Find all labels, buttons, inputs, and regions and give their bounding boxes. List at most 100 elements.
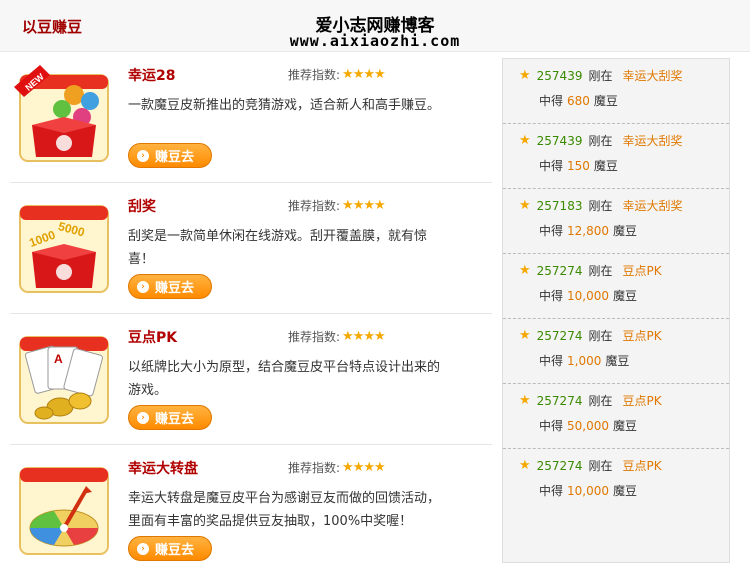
game-name[interactable]: 幸运大转盘: [128, 458, 198, 478]
feed-at-label: 刚在: [588, 69, 613, 83]
feed-user-id: 257183: [536, 198, 583, 213]
lucky28-game-icon[interactable]: NEW: [14, 65, 114, 165]
feed-win-label: 中得: [539, 419, 564, 433]
feed-user-id: 257274: [536, 458, 583, 473]
button-label: 赚豆去: [155, 412, 195, 427]
rating-label: 推荐指数:: [288, 199, 341, 213]
feed-game-link[interactable]: 豆点PK: [622, 327, 661, 344]
feed-game-link[interactable]: 豆点PK: [622, 457, 661, 474]
rating-label: 推荐指数:: [288, 68, 341, 82]
feed-win-label: 中得: [539, 354, 564, 368]
game-name[interactable]: 幸运28: [128, 65, 175, 85]
cards-coins-icon[interactable]: A: [14, 327, 114, 427]
rating-label: 推荐指数:: [288, 330, 341, 344]
feed-at-label: 刚在: [588, 329, 613, 343]
watermark-url: www.aixiaozhi.com: [289, 32, 461, 50]
game-item-wheel: 幸运大转盘 推荐指数: ★★★★ 幸运大转盘是魔豆皮平台为感谢豆友而做的回馈活动…: [10, 445, 492, 569]
game-item-lucky28: NEW 幸运28 推荐指数: ★★★★ 一款魔豆皮新推出的竞猜游戏，适合新人和高…: [10, 52, 492, 183]
feed-item: ★ 257183 刚在 幸运大刮奖 中得 12,800 魔豆: [503, 189, 729, 254]
feed-user-id: 257274: [536, 263, 583, 278]
feed-unit: 魔豆: [605, 354, 630, 368]
feed-user-id: 257439: [536, 68, 583, 83]
game-name[interactable]: 豆点PK: [128, 327, 177, 347]
star-icon: ★: [519, 198, 531, 213]
rating: 推荐指数: ★★★★: [288, 459, 386, 476]
feed-amount: 12,800: [567, 224, 610, 238]
star-rating-icon: ★★★★: [342, 198, 386, 213]
star-icon: ★: [519, 263, 531, 278]
feed-amount: 680: [567, 94, 590, 108]
wheel-icon[interactable]: [14, 458, 114, 558]
game-item-scratch: 1000 5000 刮奖 推荐指数: ★★★★ 刮奖是一款简单休闲在线游戏。刮开…: [10, 183, 492, 314]
feed-user-id: 257439: [536, 133, 583, 148]
feed-amount: 50,000: [567, 419, 610, 433]
feed-win-label: 中得: [539, 159, 564, 173]
earn-beans-button[interactable]: › 赚豆去: [128, 536, 212, 561]
svg-text:A: A: [54, 352, 63, 366]
star-icon: ★: [519, 458, 531, 473]
feed-item: ★ 257274 刚在 豆点PK 中得 10,000 魔豆: [503, 254, 729, 319]
star-icon: ★: [519, 328, 531, 343]
feed-item: ★ 257274 刚在 豆点PK 中得 50,000 魔豆: [503, 384, 729, 449]
feed-unit: 魔豆: [613, 484, 638, 498]
button-label: 赚豆去: [155, 281, 195, 296]
feed-item: ★ 257274 刚在 豆点PK 中得 10,000 魔豆: [503, 449, 729, 514]
feed-game-link[interactable]: 幸运大刮奖: [622, 67, 682, 84]
feed-at-label: 刚在: [588, 459, 613, 473]
arrow-icon: ›: [137, 149, 149, 162]
feed-game-link[interactable]: 豆点PK: [622, 392, 661, 409]
earn-beans-button[interactable]: › 赚豆去: [128, 274, 212, 299]
game-description: 以纸牌比大小为原型，结合魔豆皮平台特点设计出来的游戏。: [128, 360, 441, 398]
star-rating-icon: ★★★★: [342, 67, 386, 82]
star-rating-icon: ★★★★: [342, 329, 386, 344]
feed-at-label: 刚在: [588, 394, 613, 408]
feed-user-id: 257274: [536, 393, 583, 408]
feed-win-label: 中得: [539, 289, 564, 303]
game-list: NEW 幸运28 推荐指数: ★★★★ 一款魔豆皮新推出的竞猜游戏，适合新人和高…: [10, 52, 492, 569]
game-description: 刮奖是一款简单休闲在线游戏。刮开覆盖膜，就有惊喜！: [128, 229, 428, 267]
feed-at-label: 刚在: [588, 134, 613, 148]
arrow-icon: ›: [137, 280, 149, 293]
feed-amount: 10,000: [567, 289, 610, 303]
feed-game-link[interactable]: 幸运大刮奖: [622, 132, 682, 149]
feed-game-link[interactable]: 幸运大刮奖: [622, 197, 682, 214]
feed-at-label: 刚在: [588, 199, 613, 213]
button-label: 赚豆去: [155, 150, 195, 165]
rating-label: 推荐指数:: [288, 461, 341, 475]
star-rating-icon: ★★★★: [342, 460, 386, 475]
feed-win-label: 中得: [539, 224, 564, 238]
earn-beans-button[interactable]: › 赚豆去: [128, 405, 212, 430]
feed-amount: 10,000: [567, 484, 610, 498]
scratch-card-icon[interactable]: 1000 5000: [14, 196, 114, 296]
feed-win-label: 中得: [539, 94, 564, 108]
feed-amount: 1,000: [567, 354, 602, 368]
game-description: 幸运大转盘是魔豆皮平台为感谢豆友而做的回馈活动，里面有丰富的奖品提供豆友抽取，1…: [128, 491, 441, 529]
arrow-icon: ›: [137, 542, 149, 555]
star-icon: ★: [519, 68, 531, 83]
feed-item: ★ 257274 刚在 豆点PK 中得 1,000 魔豆: [503, 319, 729, 384]
feed-unit: 魔豆: [613, 289, 638, 303]
feed-amount: 150: [567, 159, 590, 173]
earn-beans-button[interactable]: › 赚豆去: [128, 143, 212, 168]
winners-feed: ★ 257439 刚在 幸运大刮奖 中得 680 魔豆 ★ 257439 刚在 幸运…: [502, 58, 730, 563]
feed-unit: 魔豆: [593, 94, 618, 108]
rating: 推荐指数: ★★★★: [288, 328, 386, 345]
rating: 推荐指数: ★★★★: [288, 197, 386, 214]
star-icon: ★: [519, 393, 531, 408]
game-description: 一款魔豆皮新推出的竞猜游戏，适合新人和高手赚豆。: [128, 98, 441, 113]
feed-unit: 魔豆: [613, 419, 638, 433]
feed-unit: 魔豆: [613, 224, 638, 238]
page-header: 以豆赚豆 爱小志网赚博客 www.aixiaozhi.com: [0, 0, 750, 52]
feed-unit: 魔豆: [593, 159, 618, 173]
feed-at-label: 刚在: [588, 264, 613, 278]
feed-game-link[interactable]: 豆点PK: [622, 262, 661, 279]
arrow-icon: ›: [137, 411, 149, 424]
button-label: 赚豆去: [155, 543, 195, 558]
rating: 推荐指数: ★★★★: [288, 66, 386, 83]
feed-item: ★ 257439 刚在 幸运大刮奖 中得 150 魔豆: [503, 124, 729, 189]
feed-win-label: 中得: [539, 484, 564, 498]
star-icon: ★: [519, 133, 531, 148]
game-name[interactable]: 刮奖: [128, 196, 156, 216]
feed-item: ★ 257439 刚在 幸运大刮奖 中得 680 魔豆: [503, 59, 729, 124]
feed-user-id: 257274: [536, 328, 583, 343]
